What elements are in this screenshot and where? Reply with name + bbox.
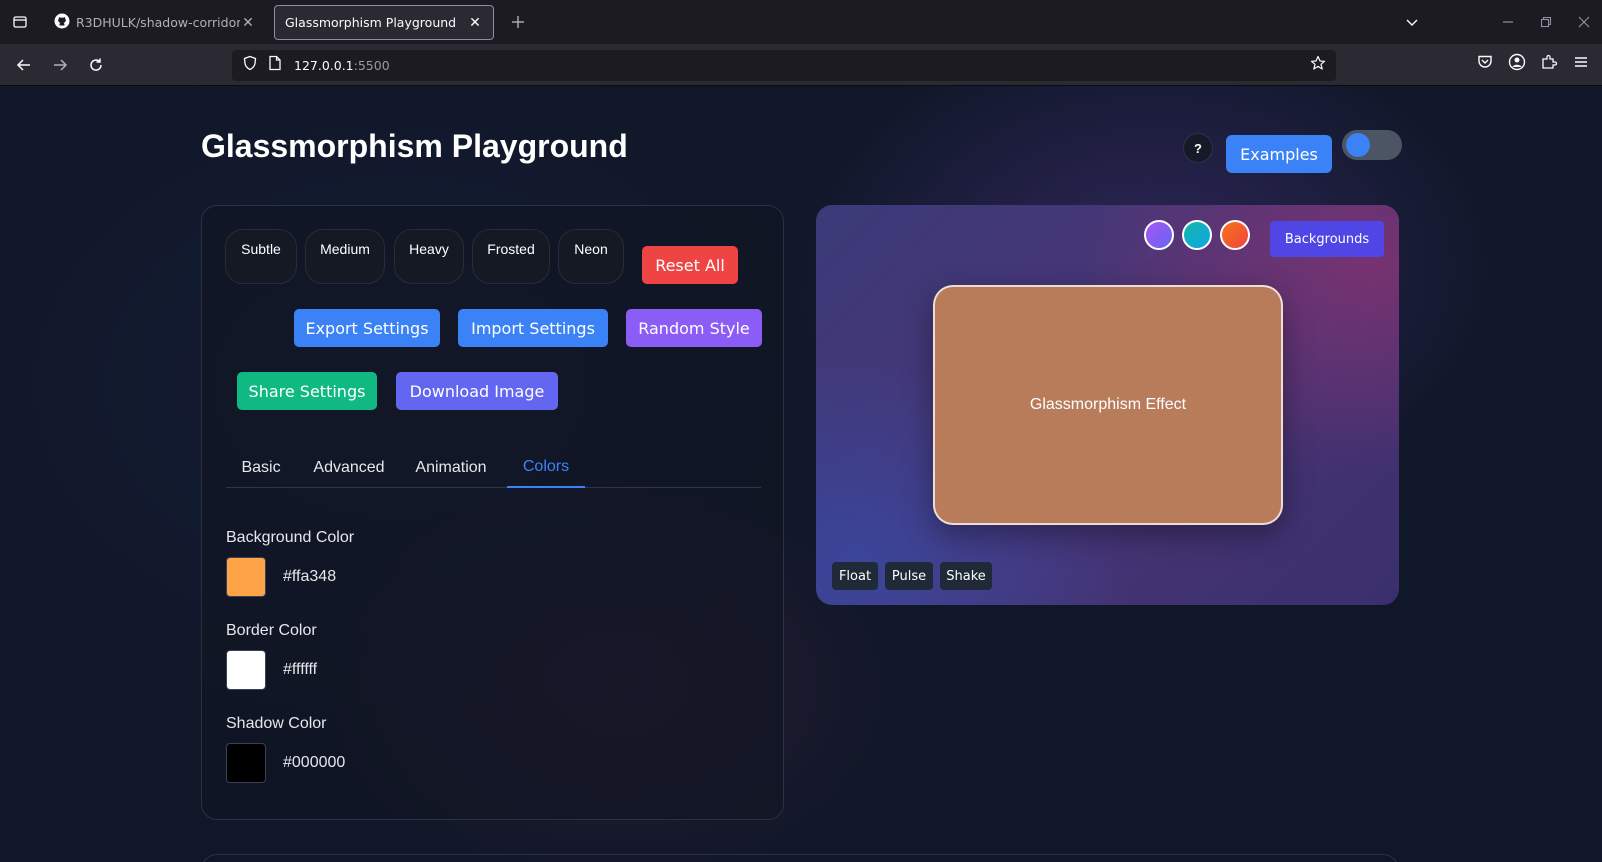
shadow-color-value: #000000 <box>283 754 346 771</box>
url-host: 127.0.0.1 <box>294 58 354 73</box>
url-text[interactable]: 127.0.0.1:5500 <box>294 58 390 73</box>
restore-icon[interactable] <box>1536 10 1556 34</box>
bookmark-star-icon[interactable] <box>1310 55 1326 76</box>
preset-neon-button[interactable]: Neon <box>558 229 624 284</box>
export-settings-button[interactable]: Export Settings <box>294 309 440 347</box>
page-icon[interactable] <box>268 55 282 76</box>
browser-tab-bar: R3DHULK/shadow-corridor ✕ Glassmorphism … <box>0 0 1602 44</box>
reload-icon[interactable] <box>84 53 108 77</box>
settings-tabs: Basic Advanced Animation Colors <box>226 448 761 488</box>
close-tab-icon[interactable]: ✕ <box>467 15 483 31</box>
shadow-color-picker[interactable] <box>226 743 266 783</box>
background-color-label: Background Color <box>226 529 355 546</box>
browser-tab-github[interactable]: R3DHULK/shadow-corridor ✕ <box>44 5 266 40</box>
preset-medium-button[interactable]: Medium <box>305 229 385 284</box>
url-bar[interactable]: 127.0.0.1:5500 <box>232 50 1336 81</box>
pocket-icon[interactable] <box>1476 53 1494 76</box>
tab-list-icon[interactable] <box>8 10 32 34</box>
shadow-color-label: Shadow Color <box>226 715 327 732</box>
browser-nav-bar: 127.0.0.1:5500 <box>0 44 1602 86</box>
control-panel: Subtle Medium Heavy Frosted Neon Reset A… <box>201 205 784 820</box>
shake-animation-button[interactable]: Shake <box>940 562 992 590</box>
back-arrow-icon[interactable] <box>12 53 36 77</box>
background-preset-orange[interactable] <box>1220 220 1250 250</box>
close-window-icon[interactable] <box>1574 10 1594 34</box>
lower-section-card <box>201 854 1399 862</box>
glass-card-preview: Glassmorphism Effect <box>933 285 1283 525</box>
glass-card-text: Glassmorphism Effect <box>1029 396 1187 413</box>
background-color-picker[interactable] <box>226 557 266 597</box>
pulse-animation-button[interactable]: Pulse <box>885 562 933 590</box>
preset-frosted-button[interactable]: Frosted <box>472 229 550 284</box>
background-preset-purple[interactable] <box>1144 220 1174 250</box>
page-content: Glassmorphism Playground ? Examples Subt… <box>0 86 1602 862</box>
chevron-down-icon[interactable] <box>1402 10 1422 34</box>
new-tab-icon[interactable] <box>506 10 530 34</box>
url-port: :5500 <box>353 58 390 73</box>
theme-toggle[interactable] <box>1342 130 1402 160</box>
border-color-value: #ffffff <box>283 661 318 678</box>
forward-arrow-icon[interactable] <box>48 53 72 77</box>
share-settings-button[interactable]: Share Settings <box>237 372 377 410</box>
download-image-button[interactable]: Download Image <box>396 372 558 410</box>
background-color-value: #ffa348 <box>283 568 337 585</box>
page-title: Glassmorphism Playground <box>201 128 628 164</box>
tab-colors[interactable]: Colors <box>507 448 585 488</box>
extensions-icon[interactable] <box>1540 53 1558 76</box>
float-animation-button[interactable]: Float <box>832 562 878 590</box>
tab-advanced[interactable]: Advanced <box>304 448 394 488</box>
examples-button[interactable]: Examples <box>1226 135 1332 173</box>
border-color-picker[interactable] <box>226 650 266 690</box>
random-style-button[interactable]: Random Style <box>626 309 762 347</box>
preview-area: Backgrounds Glassmorphism Effect Float P… <box>816 205 1399 605</box>
minimize-icon[interactable] <box>1498 10 1518 34</box>
window-controls <box>1402 10 1594 34</box>
shield-icon[interactable] <box>242 55 258 76</box>
browser-tab-playground[interactable]: Glassmorphism Playground ✕ <box>274 5 494 40</box>
background-preset-teal[interactable] <box>1182 220 1212 250</box>
import-settings-button[interactable]: Import Settings <box>458 309 608 347</box>
backgrounds-button[interactable]: Backgrounds <box>1270 221 1384 257</box>
toolbar-right <box>1476 53 1590 76</box>
tab-basic[interactable]: Basic <box>226 448 296 488</box>
close-tab-icon[interactable]: ✕ <box>240 15 256 31</box>
toggle-knob <box>1346 133 1370 157</box>
menu-icon[interactable] <box>1572 53 1590 76</box>
reset-all-button[interactable]: Reset All <box>642 246 738 284</box>
preset-heavy-button[interactable]: Heavy <box>394 229 464 284</box>
border-color-label: Border Color <box>226 622 317 639</box>
account-icon[interactable] <box>1508 53 1526 76</box>
tab-title: R3DHULK/shadow-corridor <box>76 15 240 30</box>
github-icon <box>54 13 70 32</box>
tab-title: Glassmorphism Playground <box>285 15 457 30</box>
tab-animation[interactable]: Animation <box>402 448 500 488</box>
preset-subtle-button[interactable]: Subtle <box>225 229 297 284</box>
help-button[interactable]: ? <box>1183 133 1213 163</box>
